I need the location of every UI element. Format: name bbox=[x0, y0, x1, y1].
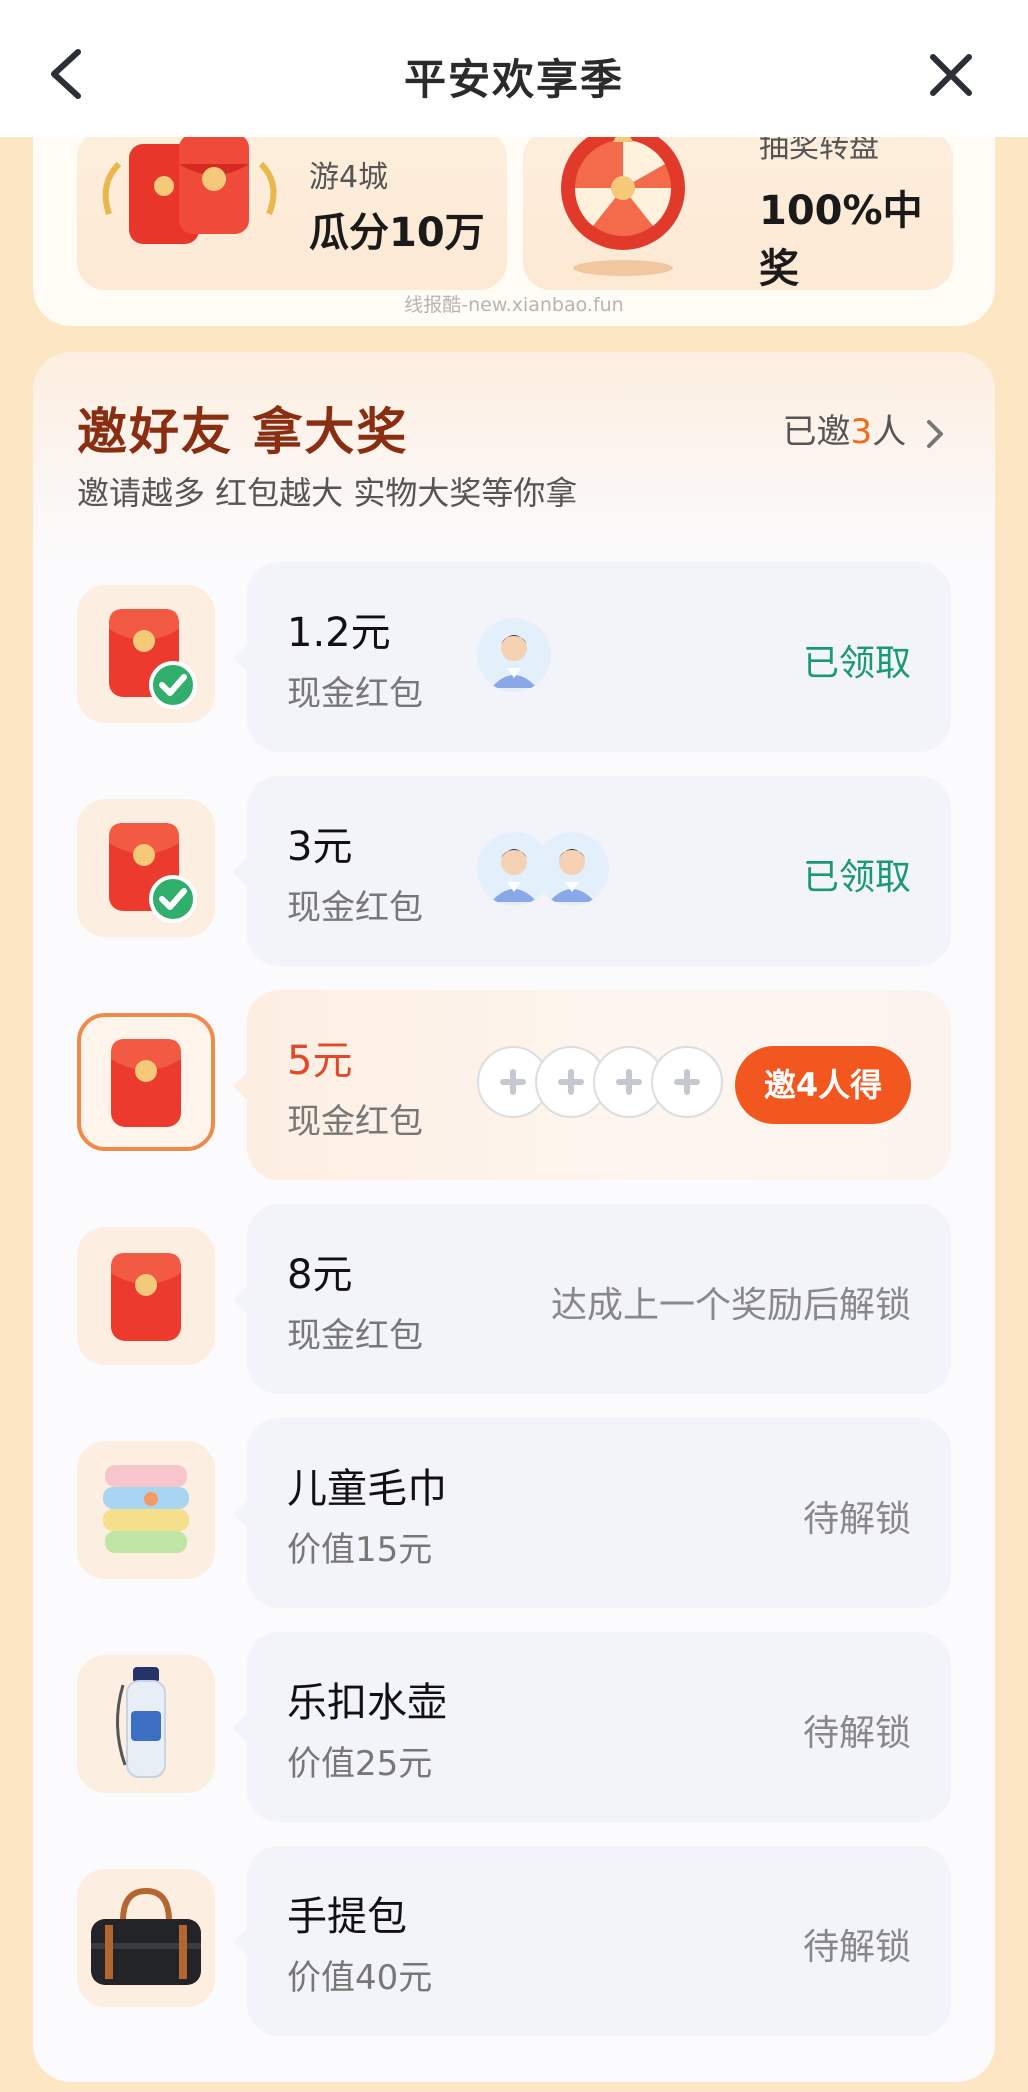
red-envelope-icon bbox=[109, 823, 197, 923]
reward-row: 1.2元 现金红包 已领取 bbox=[77, 562, 951, 752]
prize-wheel-icon bbox=[561, 130, 685, 276]
handbag-icon bbox=[91, 1887, 201, 1985]
promo-tile-main: 瓜分10万 bbox=[309, 210, 485, 256]
close-icon bbox=[930, 54, 972, 96]
reward-desc: 价值15元 bbox=[287, 1530, 433, 1570]
reward-name: 1.2元 bbox=[287, 610, 391, 656]
page-title: 平安欢享季 bbox=[403, 55, 624, 104]
reward-desc: 现金红包 bbox=[287, 674, 423, 714]
reward-row: 5元 现金红包 邀4人得 bbox=[77, 990, 951, 1180]
promo-tile-wheel[interactable]: 抽奖转盘 100%中奖 bbox=[523, 130, 953, 290]
reward-status: 已领取 bbox=[802, 857, 911, 898]
reward-icon-box bbox=[77, 1869, 215, 2007]
reward-name: 5元 bbox=[287, 1038, 353, 1084]
reward-name: 儿童毛巾 bbox=[287, 1466, 447, 1512]
red-envelope-icon bbox=[111, 1253, 181, 1341]
reward-desc: 现金红包 bbox=[287, 1102, 423, 1142]
plus-icon bbox=[674, 1069, 700, 1095]
reward-desc: 现金红包 bbox=[287, 1316, 423, 1356]
reward-name: 3元 bbox=[287, 824, 353, 870]
user-avatar-icon bbox=[549, 849, 595, 902]
invite-slot[interactable] bbox=[651, 1046, 723, 1118]
invite-section: 邀好友 拿大奖 邀请越多 红包越大 实物大奖等你拿 已邀3人 1.2元 现金红包 bbox=[33, 352, 995, 2082]
reward-card: 5元 现金红包 邀4人得 bbox=[247, 990, 951, 1180]
promo-card: 游4城 瓜分10万 抽奖转盘 100%中奖 线报酷-new.xianbao.fu… bbox=[33, 110, 995, 326]
reward-name: 乐扣水壶 bbox=[287, 1680, 447, 1726]
reward-row: 8元 现金红包 达成上一个奖励后解锁 bbox=[77, 1204, 951, 1394]
reward-card: 儿童毛巾 价值15元 待解锁 bbox=[247, 1418, 951, 1608]
reward-row: 3元 现金红包 已领取 bbox=[77, 776, 951, 966]
user-avatar-icon bbox=[491, 635, 537, 688]
towel-icon bbox=[103, 1465, 189, 1553]
watermark-text: 线报酷-new.xianbao.fun bbox=[404, 294, 624, 316]
promo-tile-main: 100%中奖 bbox=[759, 188, 923, 290]
invite-friends-button[interactable]: 邀4人得 bbox=[735, 1046, 911, 1124]
reward-desc: 价值25元 bbox=[287, 1744, 433, 1784]
reward-status: 已领取 bbox=[802, 643, 911, 684]
avatar bbox=[535, 832, 609, 906]
close-button[interactable] bbox=[928, 52, 974, 98]
reward-icon-box bbox=[77, 585, 215, 723]
red-envelope-icon bbox=[109, 609, 197, 709]
invited-count: 3 bbox=[850, 412, 873, 452]
avatar bbox=[477, 618, 551, 692]
reward-card: 8元 现金红包 达成上一个奖励后解锁 bbox=[247, 1204, 951, 1394]
red-envelope-icon bbox=[102, 134, 277, 244]
reward-name: 8元 bbox=[287, 1252, 353, 1298]
reward-row: 儿童毛巾 价值15元 待解锁 bbox=[77, 1418, 951, 1608]
reward-icon-box bbox=[77, 1655, 215, 1793]
invited-count-link[interactable]: 已邀3人 bbox=[783, 404, 945, 453]
reward-desc: 价值40元 bbox=[287, 1958, 433, 1998]
reward-status: 待解锁 bbox=[802, 1927, 911, 1968]
reward-desc: 现金红包 bbox=[287, 888, 423, 928]
water-bottle-icon bbox=[116, 1667, 166, 1778]
plus-icon bbox=[500, 1069, 526, 1095]
invite-subtitle: 邀请越多 红包越大 实物大奖等你拿 bbox=[77, 474, 578, 512]
reward-card: 手提包 价值40元 待解锁 bbox=[247, 1846, 951, 2036]
reward-status: 达成上一个奖励后解锁 bbox=[550, 1285, 911, 1326]
promo-tile-sub: 游4城 bbox=[309, 160, 389, 195]
reward-status: 待解锁 bbox=[802, 1499, 911, 1540]
chevron-right-icon bbox=[927, 419, 943, 448]
invite-title: 邀好友 拿大奖 bbox=[77, 403, 409, 461]
reward-card: 1.2元 现金红包 已领取 bbox=[247, 562, 951, 752]
reward-row: 乐扣水壶 价值25元 待解锁 bbox=[77, 1632, 951, 1822]
promo-tile-city[interactable]: 游4城 瓜分10万 bbox=[77, 130, 507, 290]
reward-card: 3元 现金红包 已领取 bbox=[247, 776, 951, 966]
app-header: 平安欢享季 bbox=[0, 0, 1028, 137]
plus-icon bbox=[616, 1069, 642, 1095]
reward-name: 手提包 bbox=[287, 1894, 407, 1940]
reward-row: 手提包 价值40元 待解锁 bbox=[77, 1846, 951, 2036]
reward-card: 乐扣水壶 价值25元 待解锁 bbox=[247, 1632, 951, 1822]
reward-icon-box bbox=[77, 799, 215, 937]
plus-icon bbox=[558, 1069, 584, 1095]
reward-status: 待解锁 bbox=[802, 1713, 911, 1754]
reward-icon-box bbox=[77, 1013, 215, 1151]
reward-icon-box bbox=[77, 1227, 215, 1365]
red-envelope-icon bbox=[111, 1039, 181, 1127]
reward-icon-box bbox=[77, 1441, 215, 1579]
